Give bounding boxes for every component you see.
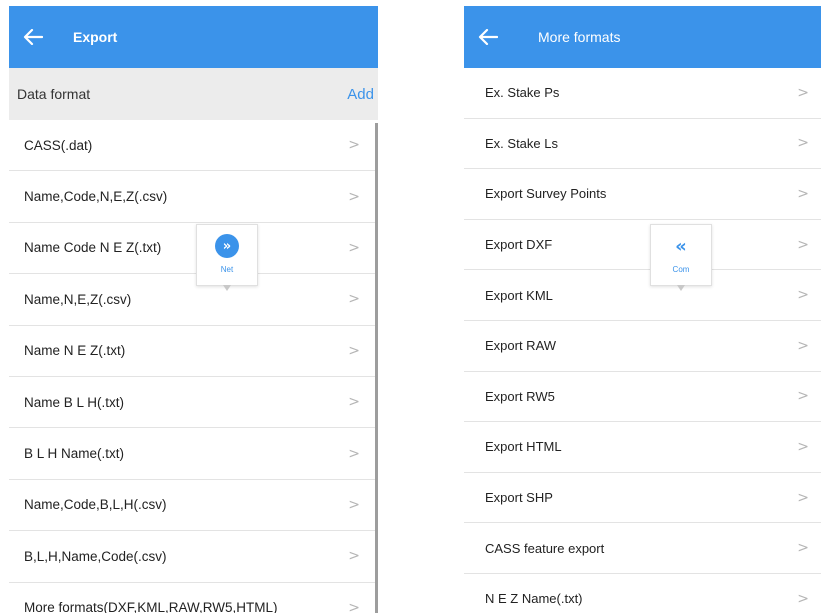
list-item-label: N E Z Name(.txt) <box>485 591 583 607</box>
chevron-right-icon: > <box>348 599 360 613</box>
floater-label: Com <box>672 265 690 274</box>
list-item[interactable]: B L H Name(.txt) > <box>9 428 378 480</box>
more-formats-screen: More formats Ex. Stake Ps > Ex. Stake Ls > E… <box>464 6 821 613</box>
double-chevron-right-icon: » <box>215 234 239 258</box>
list-item-label: Export KML <box>485 287 553 303</box>
list-item-label: Name N E Z(.txt) <box>24 343 126 359</box>
pin-pointer <box>223 285 231 291</box>
app-bar: More formats <box>464 6 821 68</box>
chevron-right-icon: > <box>348 496 360 513</box>
list-item[interactable]: Ex. Stake Ps > <box>464 68 821 119</box>
chevron-right-icon: > <box>797 438 809 455</box>
list-item-label: Name,N,E,Z(.csv) <box>24 291 132 307</box>
double-chevron-left-icon: « <box>669 234 693 258</box>
list-item-label: Name Code N E Z(.txt) <box>24 240 162 256</box>
list-item[interactable]: Export RW5 > <box>464 371 821 423</box>
format-list: CASS(.dat) > Name,Code,N,E,Z(.csv) > Name Co… <box>9 120 378 613</box>
list-item-label: Export DXF <box>485 237 553 253</box>
page-title: More formats <box>538 29 621 45</box>
chevron-right-icon: > <box>797 590 809 607</box>
floating-com-button[interactable]: « Com <box>650 224 712 291</box>
chevron-right-icon: > <box>348 445 360 462</box>
list-item[interactable]: N E Z Name(.txt) > <box>464 573 821 613</box>
add-button[interactable]: Add <box>347 86 374 103</box>
section-label: Data format <box>17 86 91 102</box>
list-item-label: CASS(.dat) <box>24 137 93 153</box>
list-item[interactable]: Name,N,E,Z(.csv) > <box>9 274 378 326</box>
list-item-label: B,L,H,Name,Code(.csv) <box>24 548 167 564</box>
list-item-label: Name B L H(.txt) <box>24 394 125 410</box>
list-item-label: Ex. Stake Ps <box>485 85 560 101</box>
chevron-right-icon: > <box>797 185 809 202</box>
list-item[interactable]: Ex. Stake Ls > <box>464 118 821 170</box>
list-item[interactable]: CASS feature export > <box>464 523 821 574</box>
list-item-label: Name,Code,B,L,H(.csv) <box>24 497 167 513</box>
chevron-right-icon: > <box>348 394 360 411</box>
chevron-right-icon: > <box>797 135 809 152</box>
chevron-right-icon: > <box>348 188 360 205</box>
list-item[interactable]: Export HTML > <box>464 422 821 473</box>
list-item-label: Export HTML <box>485 439 562 455</box>
list-item-label: Ex. Stake Ls <box>485 135 558 151</box>
list-item-label: Export SHP <box>485 490 553 506</box>
list-item-label: Name,Code,N,E,Z(.csv) <box>24 189 168 205</box>
list-item[interactable]: Name,Code,N,E,Z(.csv) > <box>9 171 378 223</box>
page-title: Export <box>73 29 118 45</box>
list-item[interactable]: Name,Code,B,L,H(.csv) > <box>9 479 378 532</box>
back-arrow-icon[interactable] <box>478 29 498 45</box>
app-bar: Export <box>9 6 378 68</box>
export-screen: Export Data format Add CASS(.dat) > Name,C… <box>9 6 378 613</box>
format-list: Ex. Stake Ps > Ex. Stake Ls > Export Survey … <box>464 68 821 613</box>
list-item[interactable]: Export SHP > <box>464 472 821 524</box>
back-arrow-icon[interactable] <box>23 29 43 45</box>
list-item[interactable]: Export Survey Points > <box>464 169 821 220</box>
chevron-right-icon: > <box>797 489 809 506</box>
list-item-label: Export Survey Points <box>485 186 607 202</box>
list-item[interactable]: CASS(.dat) > <box>9 120 378 172</box>
list-item-label: Export RAW <box>485 338 557 354</box>
section-header: Data format Add <box>9 68 378 120</box>
list-item[interactable]: B,L,H,Name,Code(.csv) > <box>9 531 378 583</box>
chevron-right-icon: > <box>348 137 360 154</box>
chevron-right-icon: > <box>797 388 809 405</box>
list-item-label: CASS feature export <box>485 540 605 556</box>
chevron-right-icon: > <box>797 540 809 557</box>
list-item[interactable]: Name B L H(.txt) > <box>9 376 378 429</box>
list-item[interactable]: Name Code N E Z(.txt) > <box>9 222 378 275</box>
chevron-right-icon: > <box>348 342 360 359</box>
list-item[interactable]: More formats(DXF,KML,RAW,RW5,HTML) > <box>9 582 378 613</box>
floater-label: Net <box>220 265 234 274</box>
chevron-right-icon: > <box>797 236 809 253</box>
list-item-label: More formats(DXF,KML,RAW,RW5,HTML) <box>24 600 278 613</box>
chevron-right-icon: > <box>348 548 360 565</box>
list-item[interactable]: Name N E Z(.txt) > <box>9 325 378 377</box>
list-item[interactable]: Export RAW > <box>464 320 821 372</box>
floating-next-button[interactable]: » Net <box>196 224 258 291</box>
list-item[interactable]: Export KML > <box>464 270 821 321</box>
chevron-right-icon: > <box>348 291 360 308</box>
list-item[interactable]: Export DXF > <box>464 219 821 271</box>
chevron-right-icon: > <box>797 84 809 101</box>
chevron-right-icon: > <box>348 239 360 256</box>
pin-pointer <box>677 285 685 291</box>
chevron-right-icon: > <box>797 337 809 354</box>
scrollbar[interactable] <box>375 123 378 613</box>
list-item-label: Export RW5 <box>485 388 555 404</box>
list-item-label: B L H Name(.txt) <box>24 446 125 462</box>
chevron-right-icon: > <box>797 287 809 304</box>
